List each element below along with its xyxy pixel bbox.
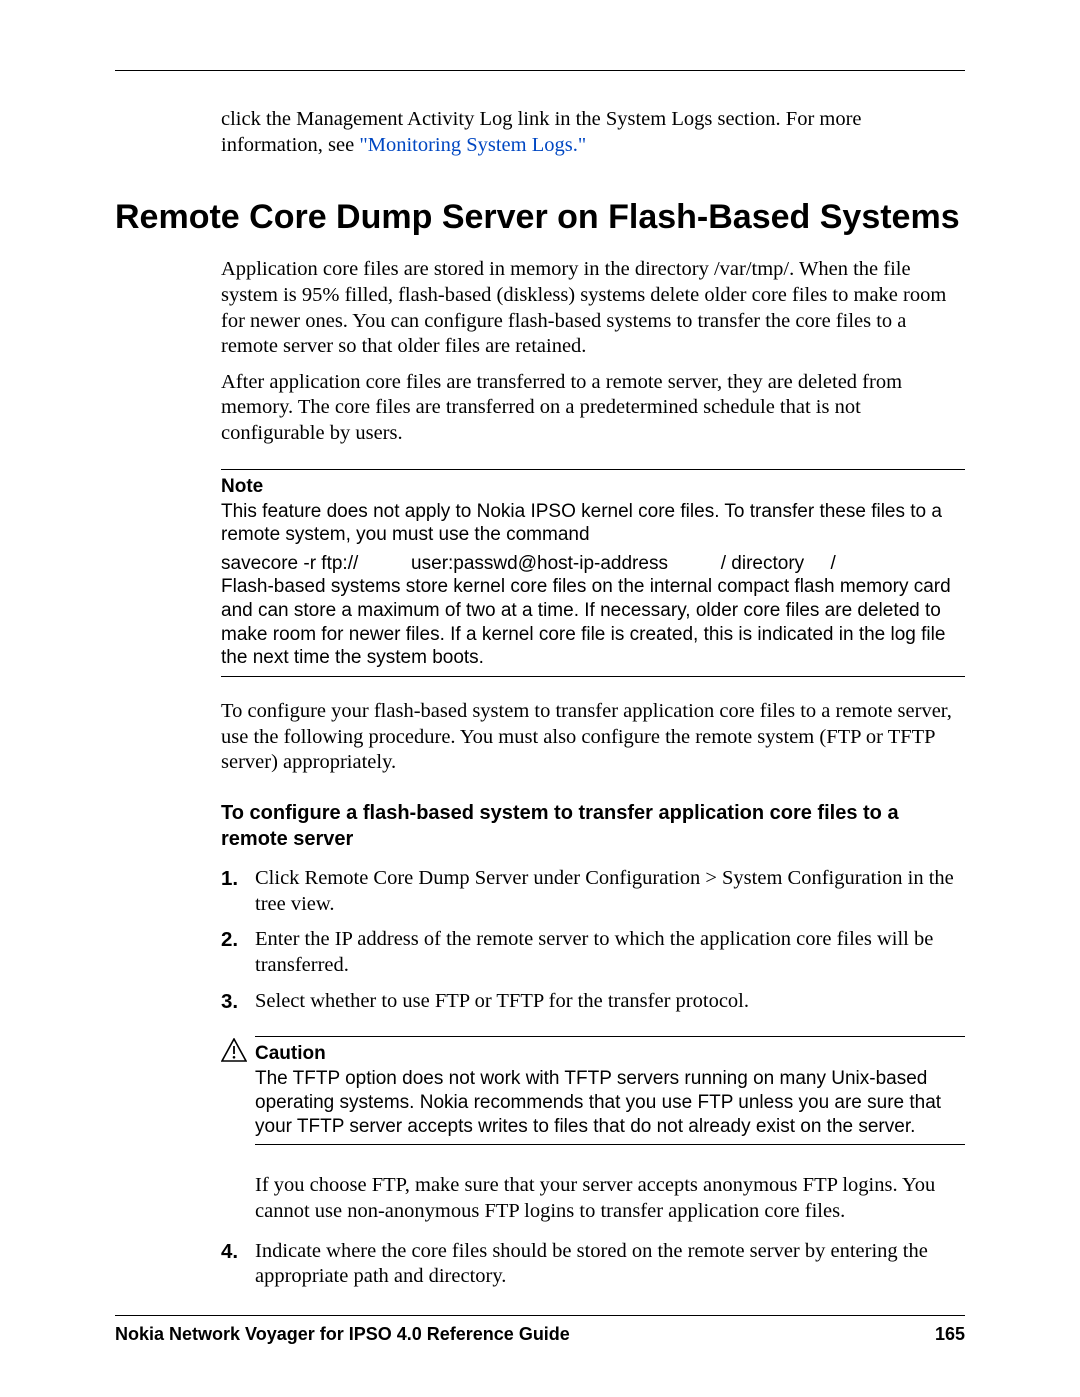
intro-block: click the Management Activity Log link i… xyxy=(221,107,965,158)
page: click the Management Activity Log link i… xyxy=(0,0,1080,1397)
caution-label: Caution xyxy=(255,1043,965,1065)
intro-paragraph: click the Management Activity Log link i… xyxy=(221,107,965,158)
step-number: 1. xyxy=(221,866,255,917)
caution-body: The TFTP option does not work with TFTP … xyxy=(255,1067,965,1138)
section-heading: Remote Core Dump Server on Flash-Based S… xyxy=(115,198,965,237)
note-body-1: This feature does not apply to Nokia IPS… xyxy=(221,500,965,548)
caution-icon xyxy=(221,1038,247,1062)
step-number: 4. xyxy=(221,1239,255,1290)
caution-content: Caution The TFTP option does not work wi… xyxy=(255,1036,965,1151)
step-text: Select whether to use FTP or TFTP for th… xyxy=(255,989,749,1015)
step-1: 1. Click Remote Core Dump Server under C… xyxy=(221,866,965,917)
monitoring-logs-link[interactable]: "Monitoring System Logs." xyxy=(359,134,586,156)
footer-page-number: 165 xyxy=(935,1324,965,1345)
step-number: 3. xyxy=(221,989,255,1015)
step-2: 2. Enter the IP address of the remote se… xyxy=(221,927,965,978)
paragraph-3: To configure your flash-based system to … xyxy=(221,699,965,776)
caution-bottom-rule xyxy=(255,1144,965,1145)
note-bottom-rule xyxy=(221,676,965,677)
step-4: 4. Indicate where the core files should … xyxy=(221,1239,965,1290)
paragraph-2: After application core files are transfe… xyxy=(221,370,965,447)
note-command: savecore -r ftp:// user:passwd@host-ip-a… xyxy=(221,553,965,575)
step-text: Indicate where the core files should be … xyxy=(255,1239,965,1290)
caution-icon-column xyxy=(221,1036,255,1151)
after-caution-paragraph: If you choose FTP, make sure that your s… xyxy=(255,1173,965,1224)
note-top-rule xyxy=(221,469,965,470)
section-body: Application core files are stored in mem… xyxy=(221,257,965,1290)
step-3: 3. Select whether to use FTP or TFTP for… xyxy=(221,989,965,1015)
footer-rule xyxy=(115,1315,965,1316)
note-body-2: Flash-based systems store kernel core fi… xyxy=(221,575,965,670)
step-text: Click Remote Core Dump Server under Conf… xyxy=(255,866,965,917)
note-label: Note xyxy=(221,476,965,498)
paragraph-1: Application core files are stored in mem… xyxy=(221,257,965,360)
step-text: Enter the IP address of the remote serve… xyxy=(255,927,965,978)
header-rule xyxy=(115,70,965,71)
footer-title: Nokia Network Voyager for IPSO 4.0 Refer… xyxy=(115,1324,570,1345)
footer-row: Nokia Network Voyager for IPSO 4.0 Refer… xyxy=(115,1324,965,1345)
step-number: 2. xyxy=(221,927,255,978)
caution-block: Caution The TFTP option does not work wi… xyxy=(221,1036,965,1151)
procedure-heading: To configure a flash-based system to tra… xyxy=(221,800,965,852)
page-footer: Nokia Network Voyager for IPSO 4.0 Refer… xyxy=(115,1315,965,1345)
note-block: Note This feature does not apply to Noki… xyxy=(221,469,965,678)
caution-top-rule xyxy=(255,1036,965,1037)
